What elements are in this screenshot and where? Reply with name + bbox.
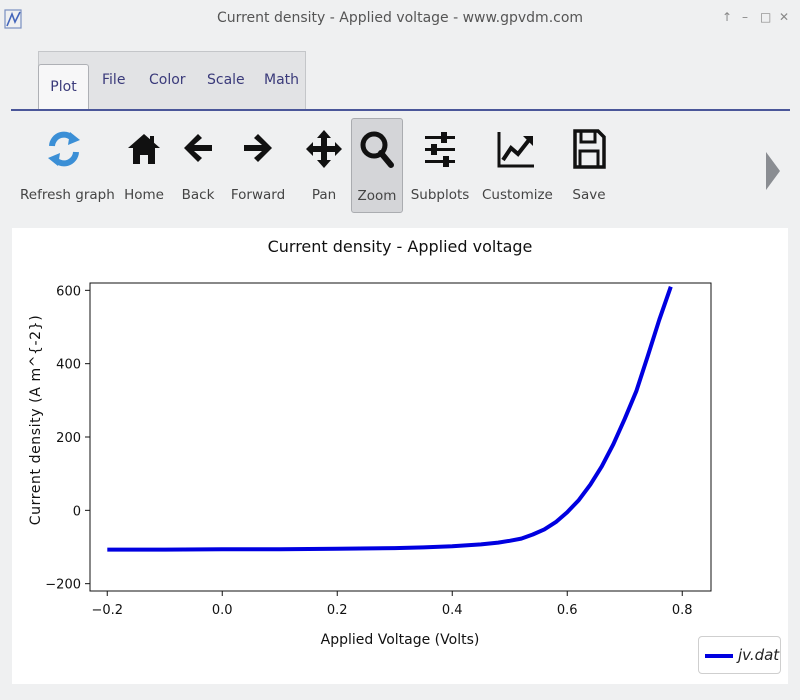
y-tick-label: −200 (45, 578, 81, 593)
subplots-label: Subplots (410, 187, 470, 203)
home-button[interactable]: Home (122, 118, 166, 213)
subplots-button[interactable]: Subplots (410, 118, 470, 213)
y-tick-label: 0 (73, 504, 81, 519)
tab-divider (11, 109, 790, 111)
zoom-button[interactable]: Zoom (351, 118, 403, 213)
tab-color[interactable]: Color (149, 72, 186, 88)
zoom-label: Zoom (357, 188, 397, 204)
tab-scale[interactable]: Scale (207, 72, 245, 88)
y-axis-label: Current density (A m^{-2}) (28, 315, 44, 526)
keep-above-icon[interactable]: ↑ (722, 10, 732, 24)
x-tick-label: 0.8 (672, 603, 693, 618)
close-button[interactable]: ✕ (779, 10, 789, 24)
x-tick-label: 0.6 (557, 603, 578, 618)
home-icon (128, 134, 160, 164)
tab-file[interactable]: File (102, 72, 125, 88)
magnifier-icon (360, 131, 394, 168)
series-line-jv-dat (107, 286, 673, 552)
x-tick-label: 0.4 (442, 603, 463, 618)
forward-button[interactable]: Forward (230, 118, 286, 213)
pan-button[interactable]: Pan (302, 118, 346, 213)
x-tick-label: 0.2 (327, 603, 348, 618)
customize-label: Customize (482, 187, 553, 203)
x-tick-label: −0.2 (91, 603, 123, 618)
home-label: Home (124, 187, 164, 203)
x-tick-label: 0.0 (212, 603, 233, 618)
y-tick-label: 400 (56, 358, 81, 373)
y-tick-label: 600 (56, 284, 81, 299)
save-label: Save (572, 187, 606, 203)
save-button[interactable]: Save (566, 118, 612, 213)
legend-label: jv.dat (738, 646, 780, 664)
jv-chart: Current density - Applied voltage Applie… (28, 237, 712, 648)
toolbar-overflow-arrow-icon[interactable] (766, 152, 780, 190)
back-label: Back (181, 187, 215, 203)
y-tick-label: 200 (56, 431, 81, 446)
tab-plot[interactable]: Plot (38, 64, 89, 110)
refresh-graph-label: Refresh graph (20, 187, 115, 203)
chart-title: Current density - Applied voltage (268, 237, 533, 256)
back-button[interactable]: Back (178, 118, 218, 213)
window-title-bar: Current density - Applied voltage - www.… (0, 0, 800, 38)
maximize-button[interactable]: □ (760, 10, 771, 24)
arrow-right-icon (244, 134, 272, 162)
x-axis-label: Applied Voltage (Volts) (321, 632, 480, 648)
refresh-graph-button[interactable]: Refresh graph (20, 118, 115, 213)
customize-button[interactable]: Customize (482, 118, 553, 213)
plot-canvas[interactable]: Current density - Applied voltage Applie… (12, 228, 788, 684)
chart-legend: jv.dat (698, 636, 781, 674)
pan-label: Pan (311, 187, 337, 203)
window-title: Current density - Applied voltage - www.… (216, 10, 584, 26)
floppy-disk-icon (573, 129, 606, 169)
arrow-left-icon (184, 134, 212, 162)
tab-math[interactable]: Math (264, 72, 299, 88)
forward-label: Forward (230, 187, 286, 203)
refresh-icon (48, 131, 80, 167)
sliders-icon (425, 132, 455, 167)
line-chart-icon (497, 132, 534, 168)
legend-swatch (705, 654, 733, 658)
minimize-button[interactable]: – (742, 10, 748, 24)
move-arrows-icon (306, 130, 342, 168)
